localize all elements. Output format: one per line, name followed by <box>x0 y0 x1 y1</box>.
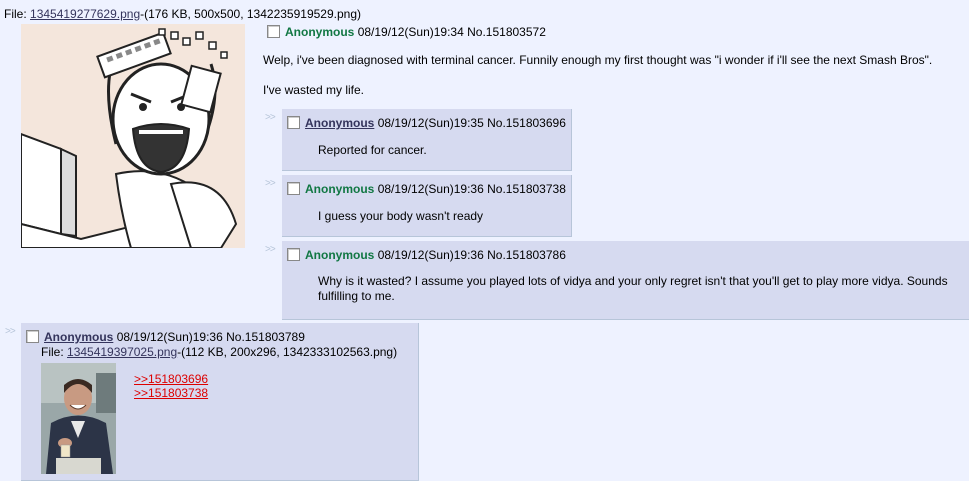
reply-1-checkbox[interactable] <box>287 116 300 129</box>
op-post-number[interactable]: No.151803572 <box>467 25 546 39</box>
reply-2-arrows: >> <box>265 178 276 189</box>
reply-2-header: Anonymous 08/19/12(Sun)19:36 No.15180373… <box>287 182 566 196</box>
rage-face-smashing-keyboard-image <box>21 24 245 248</box>
op-file-info: -(176 KB, 500x500, 1342235919529.png) <box>140 7 361 21</box>
reply-4-image[interactable] <box>41 363 116 474</box>
op-select-checkbox[interactable] <box>267 25 280 38</box>
op-message-line1: Welp, i've been diagnosed with terminal … <box>263 53 933 67</box>
reply-4-checkbox[interactable] <box>26 330 39 343</box>
reply-4-file-line: File: 1345419397025.png-(112 KB, 200x296… <box>41 345 397 359</box>
reply-2-message: I guess your body wasn't ready <box>318 209 484 223</box>
reply-2-datetime: 08/19/12(Sun)19:36 <box>377 182 484 196</box>
op-file-prefix: File: <box>4 7 31 21</box>
reply-4-file-link[interactable]: 1345419397025.png <box>67 345 177 359</box>
reply-1-poster-name: Anonymous <box>305 116 375 130</box>
op-image[interactable] <box>21 24 245 248</box>
reply-4-post-number[interactable]: No.151803789 <box>226 330 305 344</box>
reply-3-checkbox[interactable] <box>287 248 300 261</box>
reply-3-header: Anonymous 08/19/12(Sun)19:36 No.15180378… <box>287 248 566 262</box>
op-poster-name: Anonymous <box>285 25 355 39</box>
reply-4-poster-name: Anonymous <box>44 330 114 344</box>
reply-3-poster-name: Anonymous <box>305 248 375 262</box>
reply-post-151803789: Anonymous 08/19/12(Sun)19:36 No.15180378… <box>21 323 419 481</box>
reply-4-datetime: 08/19/12(Sun)19:36 <box>116 330 223 344</box>
quote-link-151803738[interactable]: >>151803738 <box>134 386 208 400</box>
reply-3-datetime: 08/19/12(Sun)19:36 <box>377 248 484 262</box>
reply-post-151803786: Anonymous 08/19/12(Sun)19:36 No.15180378… <box>282 241 969 320</box>
reply-4-file-info: -(112 KB, 200x296, 1342333102563.png) <box>177 345 398 359</box>
op-datetime: 08/19/12(Sun)19:34 <box>357 25 464 39</box>
reply-4-arrows: >> <box>5 326 16 337</box>
op-file-link[interactable]: 1345419277629.png <box>30 7 140 21</box>
reply-4-quotes: >>151803696 >>151803738 <box>134 372 208 400</box>
reply-1-message: Reported for cancer. <box>318 143 427 157</box>
quote-link-151803696[interactable]: >>151803696 <box>134 372 208 386</box>
laughing-man-photo-image <box>41 363 116 474</box>
reply-post-151803738: Anonymous 08/19/12(Sun)19:36 No.15180373… <box>282 175 572 237</box>
reply-post-151803696: Anonymous 08/19/12(Sun)19:35 No.15180369… <box>282 109 572 171</box>
reply-3-post-number[interactable]: No.151803786 <box>487 248 566 262</box>
reply-2-checkbox[interactable] <box>287 182 300 195</box>
reply-4-file-prefix: File: <box>41 345 68 359</box>
reply-1-arrows: >> <box>265 112 276 123</box>
reply-1-post-number[interactable]: No.151803696 <box>487 116 566 130</box>
reply-2-poster-name: Anonymous <box>305 182 375 196</box>
op-post-header: Anonymous 08/19/12(Sun)19:34 No.15180357… <box>267 25 546 39</box>
reply-3-arrows: >> <box>265 244 276 255</box>
reply-2-post-number[interactable]: No.151803738 <box>487 182 566 196</box>
reply-1-datetime: 08/19/12(Sun)19:35 <box>377 116 484 130</box>
reply-4-header: Anonymous 08/19/12(Sun)19:36 No.15180378… <box>26 330 305 344</box>
reply-3-message: Why is it wasted? I assume you played lo… <box>318 274 948 303</box>
reply-1-header: Anonymous 08/19/12(Sun)19:35 No.15180369… <box>287 116 566 130</box>
op-message-line2: I've wasted my life. <box>263 83 364 97</box>
op-file-line: File: 1345419277629.png-(176 KB, 500x500… <box>4 7 361 21</box>
